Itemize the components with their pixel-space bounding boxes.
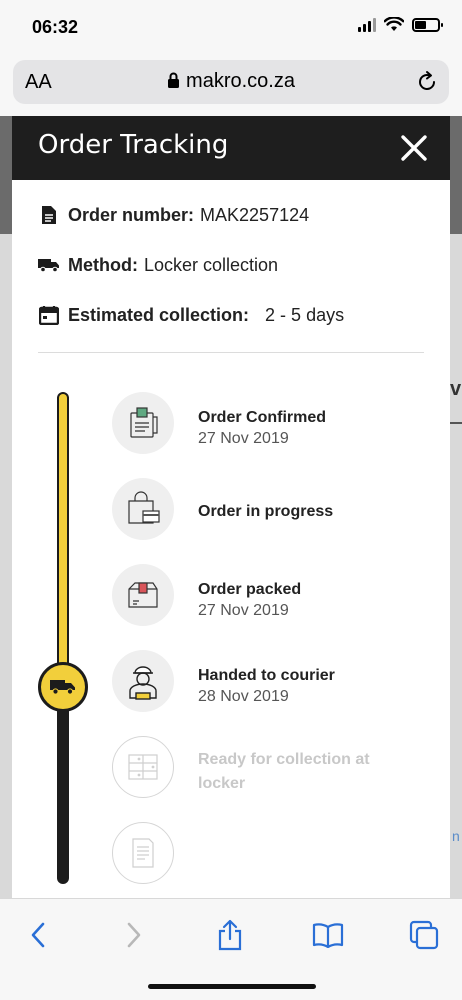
forward-button[interactable] [116, 917, 152, 953]
status-bar: 06:32 [0, 0, 462, 52]
order-number-row: Order number: MAK2257124 [38, 204, 309, 226]
step-title: Order packed [198, 581, 302, 598]
lock-icon [168, 72, 180, 88]
timeline-step: Order packed 27 Nov 2019 [112, 564, 432, 628]
locker-icon [112, 736, 174, 798]
shopping-bag-card-icon [112, 478, 174, 540]
timeline-step: Order Confirmed 27 Nov 2019 [112, 392, 432, 456]
estimated-collection-value: 2 - 5 days [265, 304, 345, 325]
bookmarks-button[interactable] [310, 917, 346, 953]
estimated-collection-label: Estimated collection: [68, 304, 250, 325]
background-page-underline [450, 422, 462, 424]
step-date: 27 Nov 2019 [198, 602, 289, 619]
truck-icon [38, 254, 60, 276]
tabs-icon [409, 920, 439, 950]
battery-icon [412, 17, 443, 32]
close-icon[interactable] [400, 134, 428, 162]
progress-track [57, 392, 69, 884]
calendar-icon [38, 304, 60, 326]
wifi-icon [384, 17, 404, 31]
url-display[interactable]: makro.co.za [13, 70, 449, 93]
step-title: Order Confirmed [198, 409, 327, 426]
timeline-step: Ready for collection at locker [112, 736, 432, 800]
method-value: Locker collection [143, 254, 279, 275]
share-icon [218, 919, 242, 951]
step-title: Order in progress [198, 503, 334, 520]
cellular-signal-icon [358, 17, 376, 32]
share-button[interactable] [212, 917, 248, 953]
timeline-step: Order in progress [112, 478, 432, 542]
background-page-text: v [450, 378, 462, 400]
receipt-pending-icon [112, 822, 174, 884]
background-page-link-text: n [452, 828, 460, 844]
progress-track-fill [59, 394, 67, 682]
order-number-value: MAK2257124 [200, 204, 310, 225]
browser-address-area: AA makro.co.za [0, 52, 462, 116]
modal-title: Order Tracking [38, 130, 229, 160]
method-row: Method: Locker collection [38, 254, 278, 276]
divider [38, 352, 424, 353]
book-icon [312, 923, 344, 948]
order-number-label: Order number: [68, 204, 195, 225]
address-bar[interactable]: AA makro.co.za [13, 60, 449, 104]
chevron-left-icon [31, 922, 45, 948]
step-title: Handed to courier [198, 667, 335, 684]
url-text: makro.co.za [186, 70, 295, 92]
step-date: 28 Nov 2019 [198, 688, 289, 705]
chevron-right-icon [127, 922, 141, 948]
timeline-step: Handed to courier 28 Nov 2019 [112, 650, 432, 714]
reload-icon[interactable] [415, 70, 439, 94]
courier-truck-icon [38, 662, 88, 712]
home-indicator [148, 984, 316, 989]
status-icons [358, 17, 443, 32]
back-button[interactable] [20, 917, 56, 953]
courier-person-icon [112, 650, 174, 712]
status-time: 06:32 [32, 17, 79, 37]
document-icon [38, 204, 60, 226]
step-date: 27 Nov 2019 [198, 430, 289, 447]
estimated-collection-row: Estimated collection: 2 - 5 days [38, 304, 344, 326]
tabs-button[interactable] [406, 917, 442, 953]
modal-header: Order Tracking [12, 116, 450, 180]
order-tracking-modal: Order Tracking Order number: MAK2257124 … [12, 116, 450, 906]
step-title: Ready for collection at locker [198, 751, 370, 792]
receipt-icon [112, 392, 174, 454]
method-label: Method: [68, 254, 138, 275]
timeline-step [112, 822, 432, 886]
package-box-icon [112, 564, 174, 626]
